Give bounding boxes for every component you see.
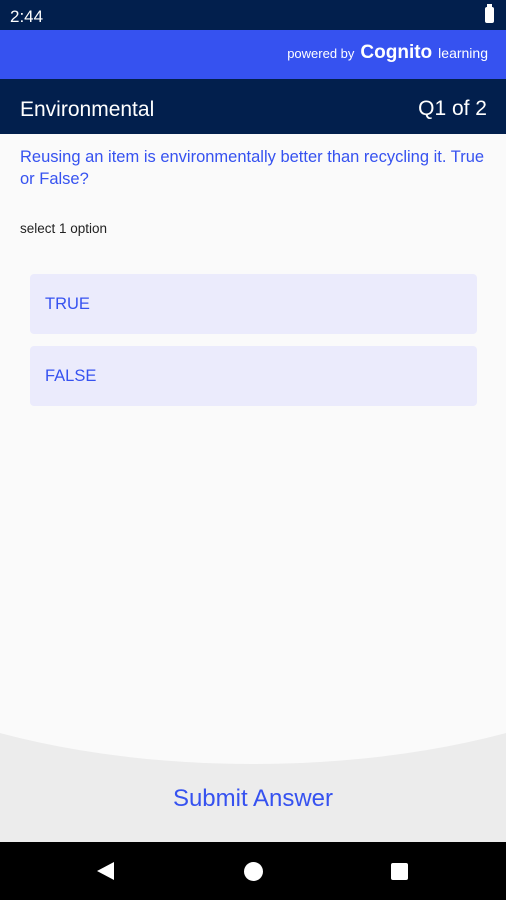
status-time: 2:44 (10, 7, 44, 26)
quiz-title: Environmental (20, 98, 155, 121)
footer-curve (0, 700, 506, 764)
footer: Submit Answer (0, 700, 506, 842)
brand-logo: powered by Cognito learning (287, 42, 488, 64)
question-instruction: select 1 option (20, 221, 108, 236)
quiz-header: Environmental Q1 of 2 (0, 79, 506, 134)
recents-icon[interactable] (391, 863, 408, 880)
brand-bar: powered by Cognito learning (0, 30, 506, 79)
option-true[interactable]: TRUE (30, 274, 477, 334)
option-false[interactable]: FALSE (30, 346, 477, 406)
question-text: Reusing an item is environmentally bette… (20, 148, 485, 188)
status-bar: 2:44 (0, 0, 506, 30)
home-icon[interactable] (244, 862, 263, 881)
quiz-progress: Q1 of 2 (418, 97, 487, 120)
navigation-bar (0, 842, 506, 900)
brand-suffix: learning (438, 45, 488, 61)
brand-powered-by: powered by (287, 46, 355, 61)
brand-name: Cognito (360, 42, 433, 63)
back-icon[interactable] (97, 862, 114, 880)
battery-icon (485, 4, 494, 23)
submit-answer-button[interactable]: Submit Answer (0, 785, 506, 813)
